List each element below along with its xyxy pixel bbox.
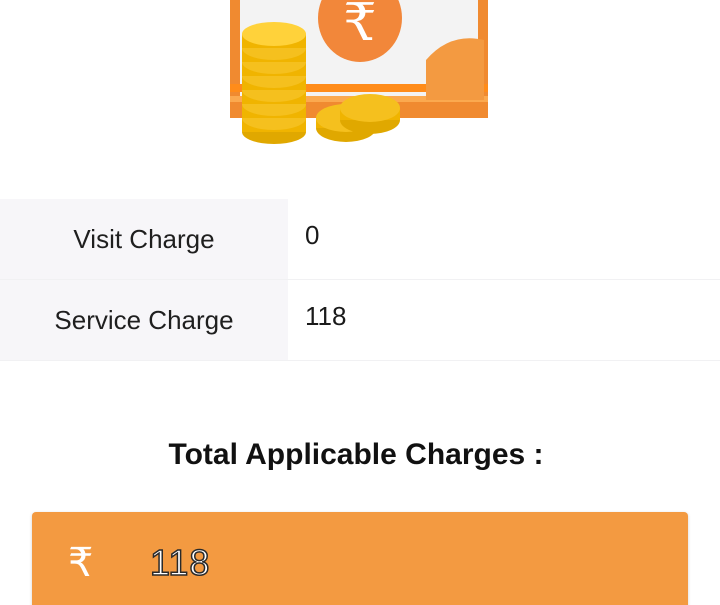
total-amount-bar: ₹ 118	[32, 512, 688, 605]
charge-row-service: Service Charge 118	[0, 280, 720, 361]
charge-row-visit: Visit Charge 0	[0, 199, 720, 280]
note-rupee-label: ₹	[343, 0, 376, 53]
charges-screen: ₹ Visit Charge 0 Service Charge 118 Tota…	[0, 0, 720, 605]
money-coins-icon: ₹	[226, 0, 496, 160]
visit-charge-label: Visit Charge	[0, 199, 288, 279]
visit-charge-value: 0	[305, 219, 320, 250]
total-charges-heading: Total Applicable Charges :	[168, 438, 544, 471]
rupee-icon: ₹	[68, 540, 94, 586]
total-amount-value: 118	[149, 541, 211, 584]
service-charge-label: Service Charge	[0, 280, 288, 360]
charges-table: Visit Charge 0 Service Charge 118	[0, 199, 720, 361]
service-charge-value: 118	[305, 300, 347, 331]
coin-stack-icon	[242, 22, 306, 144]
